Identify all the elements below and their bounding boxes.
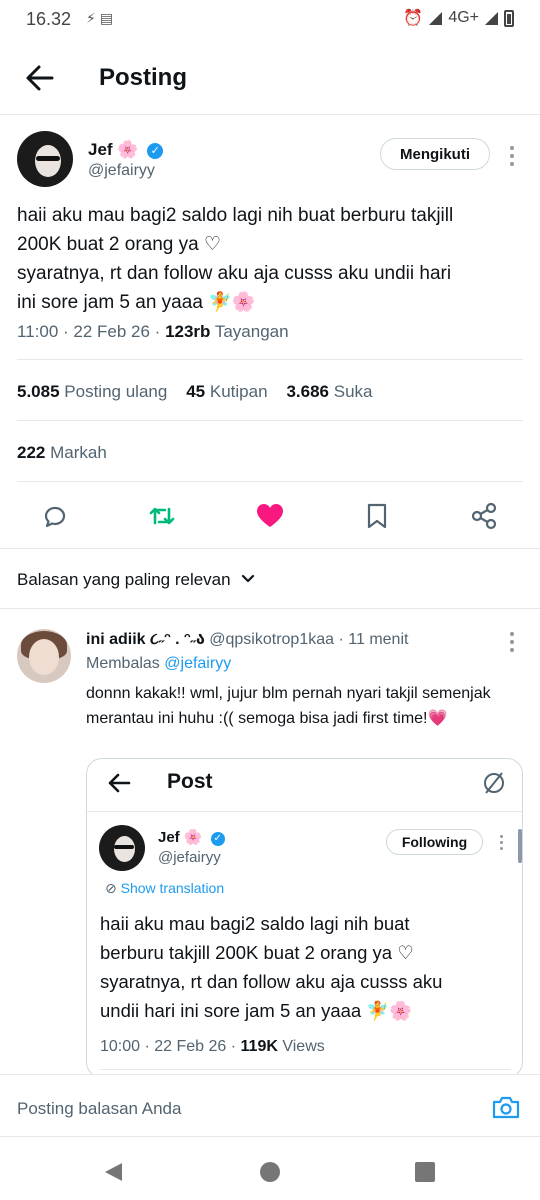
- embed-views-count: 119K: [240, 1038, 278, 1055]
- nav-recents-icon[interactable]: [414, 1161, 436, 1183]
- divider: [0, 548, 540, 549]
- likes-count[interactable]: 3.686: [286, 382, 329, 401]
- tweet-text: haii aku mau bagi2 saldo lagi nih buat b…: [17, 205, 454, 313]
- embed-author-emoji: 🌸: [183, 829, 203, 846]
- reply-author-handle[interactable]: @qpsikotrop1kaa: [209, 631, 334, 648]
- bookmarks-row[interactable]: 222 Markah: [17, 443, 107, 463]
- nav-home-icon[interactable]: [259, 1161, 281, 1183]
- chevron-down-icon: [242, 574, 255, 583]
- reply-text: donnn kakak!! wml, jujur blm pernah nyar…: [86, 685, 491, 727]
- embed-views-label: Views: [277, 1038, 325, 1055]
- author-name[interactable]: Jef 🌸 ✓: [88, 140, 164, 160]
- embed-title: Post: [167, 770, 213, 793]
- reply-header: ini adiik ૮˶ᵔ . ᵔ˶ა @qpsikotrop1kaa · 11…: [86, 629, 408, 649]
- divider: [17, 481, 523, 482]
- reply-more-options-icon[interactable]: [510, 632, 514, 656]
- likes-label[interactable]: Suka: [334, 382, 373, 401]
- embed-timestamp: 10:00 · 22 Feb 26 ·: [100, 1038, 241, 1055]
- signal-icon-2: [485, 11, 498, 25]
- divider: [0, 114, 540, 115]
- replying-prefix: Membalas: [86, 655, 160, 672]
- notification-icons: ⚡▤: [86, 10, 118, 26]
- embed-author-name: Jef 🌸 ✓: [158, 828, 225, 846]
- status-right-icons: ⏰ 4G+: [403, 8, 514, 28]
- embed-author-handle: @jefairyy: [158, 849, 221, 866]
- battery-icon: [504, 9, 514, 27]
- signal-icon: [429, 11, 443, 25]
- divider: [17, 359, 523, 360]
- replying-to: Membalas @jefairyy: [86, 655, 231, 673]
- views-label: Tayangan: [210, 322, 289, 341]
- tweet-meta: 11:00 · 22 Feb 26 · 123rb Tayangan: [17, 322, 289, 342]
- reply-author-name[interactable]: ini adiik ૮˶ᵔ . ᵔ˶ა: [86, 631, 205, 648]
- reply-compose-bar[interactable]: Posting balasan Anda: [0, 1074, 540, 1136]
- more-options-icon[interactable]: [510, 146, 514, 170]
- camera-icon[interactable]: [492, 1095, 520, 1119]
- author-emoji: 🌸: [117, 140, 139, 159]
- divider: [17, 420, 523, 421]
- page-title: Posting: [99, 64, 187, 91]
- author-handle[interactable]: @jefairyy: [88, 162, 155, 180]
- divider: [0, 608, 540, 609]
- app-header: Posting: [0, 48, 540, 112]
- status-bar: 16.32 ⚡▤ ⏰ 4G+: [0, 0, 540, 40]
- embed-following-button: Following: [386, 829, 483, 855]
- nav-back-icon[interactable]: [102, 1161, 124, 1183]
- alarm-icon: ⏰: [403, 10, 424, 27]
- heart-icon[interactable]: [255, 501, 285, 531]
- reply-author-avatar[interactable]: [17, 629, 71, 683]
- stats-row: 5.085 Posting ulang 45 Kutipan 3.686 Suk…: [17, 382, 372, 402]
- replies-sort-dropdown[interactable]: Balasan yang paling relevan: [17, 570, 255, 590]
- embed-verified-badge-icon: ✓: [210, 832, 225, 846]
- system-nav-bar: [0, 1136, 540, 1200]
- author-avatar[interactable]: [17, 131, 73, 187]
- embed-author-avatar: [99, 825, 145, 871]
- bookmarks-label: Markah: [50, 443, 107, 462]
- share-icon[interactable]: [469, 501, 499, 531]
- replying-handle-link[interactable]: @jefairyy: [164, 655, 231, 672]
- retweet-icon[interactable]: [147, 501, 177, 531]
- quotes-count[interactable]: 45: [186, 382, 205, 401]
- author-name-text: Jef: [88, 140, 113, 159]
- reply-attached-image[interactable]: Post Jef 🌸 ✓ @jefairyy Following ⊘ Show …: [86, 758, 523, 1078]
- network-type: 4G+: [448, 9, 479, 26]
- replies-sort-label: Balasan yang paling relevan: [17, 570, 231, 589]
- translate-icon: ⊘: [105, 880, 117, 896]
- back-arrow-icon[interactable]: [22, 60, 58, 96]
- bookmark-icon[interactable]: [362, 501, 392, 531]
- reposts-label[interactable]: Posting ulang: [64, 382, 167, 401]
- reply-timestamp: · 11 menit: [338, 631, 409, 648]
- embed-tweet-meta: 10:00 · 22 Feb 26 · 119K Views: [100, 1038, 325, 1056]
- quotes-label[interactable]: Kutipan: [210, 382, 268, 401]
- embed-scrollbar: [518, 829, 522, 863]
- embed-author-name-text: Jef: [158, 829, 180, 846]
- show-translation-link: ⊘ Show translation: [105, 880, 224, 897]
- reply-icon[interactable]: [40, 501, 70, 531]
- bookmarks-count: 222: [17, 443, 46, 462]
- show-translation-label: Show translation: [120, 880, 225, 896]
- views-count: 123rb: [165, 322, 211, 341]
- tweet-timestamp: 11:00 · 22 Feb 26 ·: [17, 322, 166, 341]
- reply-input[interactable]: Posting balasan Anda: [17, 1099, 181, 1119]
- verified-badge-icon: ✓: [147, 143, 164, 159]
- embed-back-arrow-icon: [108, 773, 131, 793]
- embed-more-options-icon: [500, 835, 503, 854]
- embed-tweet-text: haii aku mau bagi2 saldo lagi nih buat b…: [100, 913, 443, 1021]
- reposts-count[interactable]: 5.085: [17, 382, 60, 401]
- translate-globe-icon: [484, 772, 504, 794]
- status-time: 16.32: [26, 9, 72, 29]
- following-button[interactable]: Mengikuti: [380, 138, 490, 170]
